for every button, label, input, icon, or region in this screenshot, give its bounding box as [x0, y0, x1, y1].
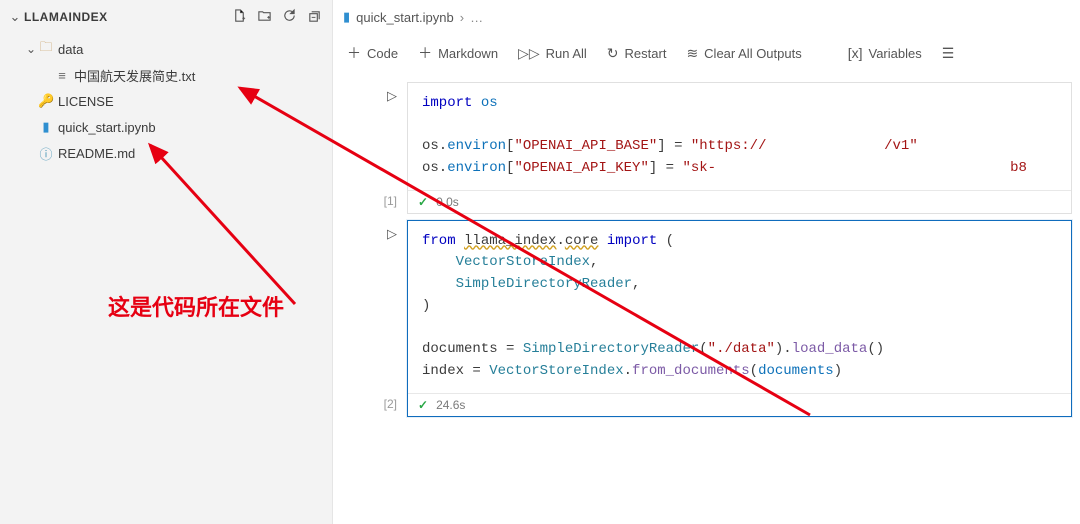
- restart-button[interactable]: ↻Restart: [607, 45, 667, 62]
- tree-item-key[interactable]: 🔑 LICENSE: [0, 88, 332, 114]
- tree-item-txt[interactable]: ≡ 中国航天发展简史.txt: [0, 62, 332, 88]
- code-cell[interactable]: import os os.environ["OPENAI_API_BASE"] …: [407, 82, 1072, 214]
- run-cell-button[interactable]: ▷: [387, 226, 397, 242]
- variables-icon: [x]: [848, 45, 863, 61]
- cell-index: [2]: [384, 397, 397, 411]
- tree-item-folder[interactable]: ⌄🗀 data: [0, 36, 332, 62]
- new-folder-icon[interactable]: [257, 8, 272, 26]
- notebook-icon: ▮: [38, 119, 54, 135]
- file-explorer: ⌄ LLAMAINDEX ⌄🗀data≡中国航天发展简史.txt🔑LICENSE…: [0, 0, 333, 524]
- plus-icon: ＋: [347, 43, 361, 63]
- notebook-cells: ▷ [1] import os os.environ["OPENAI_API_BAS…: [333, 72, 1080, 524]
- explorer-title: LLAMAINDEX: [24, 10, 232, 24]
- tree-item-nb[interactable]: ▮ quick_start.ipynb: [0, 114, 332, 140]
- license-icon: 🔑: [38, 93, 54, 109]
- list-icon: ☰: [942, 45, 955, 62]
- breadcrumb-sep: ›: [460, 10, 464, 25]
- tree-item-label: LICENSE: [58, 94, 114, 109]
- chevron-down-icon: ⌄: [24, 42, 38, 56]
- tree-item-label: 中国航天发展简史.txt: [74, 66, 195, 85]
- refresh-icon[interactable]: [282, 8, 297, 26]
- chevron-down-icon: ⌄: [8, 9, 22, 25]
- new-file-icon[interactable]: [232, 8, 247, 26]
- restart-icon: ↻: [607, 45, 619, 62]
- info-icon: ⓘ: [38, 144, 54, 163]
- add-markdown-button[interactable]: ＋Markdown: [418, 43, 498, 63]
- clear-icon: ≋: [686, 45, 698, 62]
- cell-status: ✓0.0s: [408, 190, 1071, 213]
- breadcrumb-more: …: [470, 10, 483, 25]
- editor-tab[interactable]: ▮ quick_start.ipynb › …: [333, 0, 1080, 34]
- folder-icon: 🗀: [38, 38, 54, 60]
- plus-icon: ＋: [418, 43, 432, 63]
- explorer-header[interactable]: ⌄ LLAMAINDEX: [0, 0, 332, 34]
- check-icon: ✓: [418, 195, 428, 209]
- tree-item-label: quick_start.ipynb: [58, 120, 156, 135]
- tree-item-label: README.md: [58, 146, 135, 161]
- check-icon: ✓: [418, 398, 428, 412]
- file-tree: ⌄🗀 data ≡ 中国航天发展简史.txt 🔑 LICENSE ▮ quick_start.…: [0, 34, 332, 166]
- notebook-icon: ▮: [343, 9, 350, 25]
- clear-outputs-button[interactable]: ≋Clear All Outputs: [686, 45, 801, 62]
- variables-button[interactable]: [x]Variables: [848, 45, 922, 61]
- run-cell-button[interactable]: ▷: [387, 88, 397, 104]
- add-code-button[interactable]: ＋Code: [347, 43, 398, 63]
- code-editor[interactable]: from llama_index.core import ( VectorSto…: [408, 221, 1071, 393]
- tree-item-md[interactable]: ⓘ README.md: [0, 140, 332, 166]
- collapse-all-icon[interactable]: [307, 8, 322, 26]
- run-all-icon: ▷▷: [518, 45, 540, 62]
- cell-status: ✓24.6s: [408, 393, 1071, 416]
- run-all-button[interactable]: ▷▷Run All: [518, 45, 587, 62]
- outline-button[interactable]: ☰: [942, 45, 955, 62]
- code-editor[interactable]: import os os.environ["OPENAI_API_BASE"] …: [408, 83, 1071, 190]
- code-cell[interactable]: from llama_index.core import ( VectorSto…: [407, 220, 1072, 417]
- explorer-actions: [232, 8, 322, 26]
- tab-filename: quick_start.ipynb: [356, 10, 454, 25]
- tree-item-label: data: [58, 42, 83, 57]
- notebook-toolbar: ＋Code ＋Markdown ▷▷Run All ↻Restart ≋Clea…: [333, 34, 1080, 72]
- text-file-icon: ≡: [54, 68, 70, 83]
- editor-area: ▮ quick_start.ipynb › … ＋Code ＋Markdown …: [333, 0, 1080, 524]
- cell-index: [1]: [384, 194, 397, 208]
